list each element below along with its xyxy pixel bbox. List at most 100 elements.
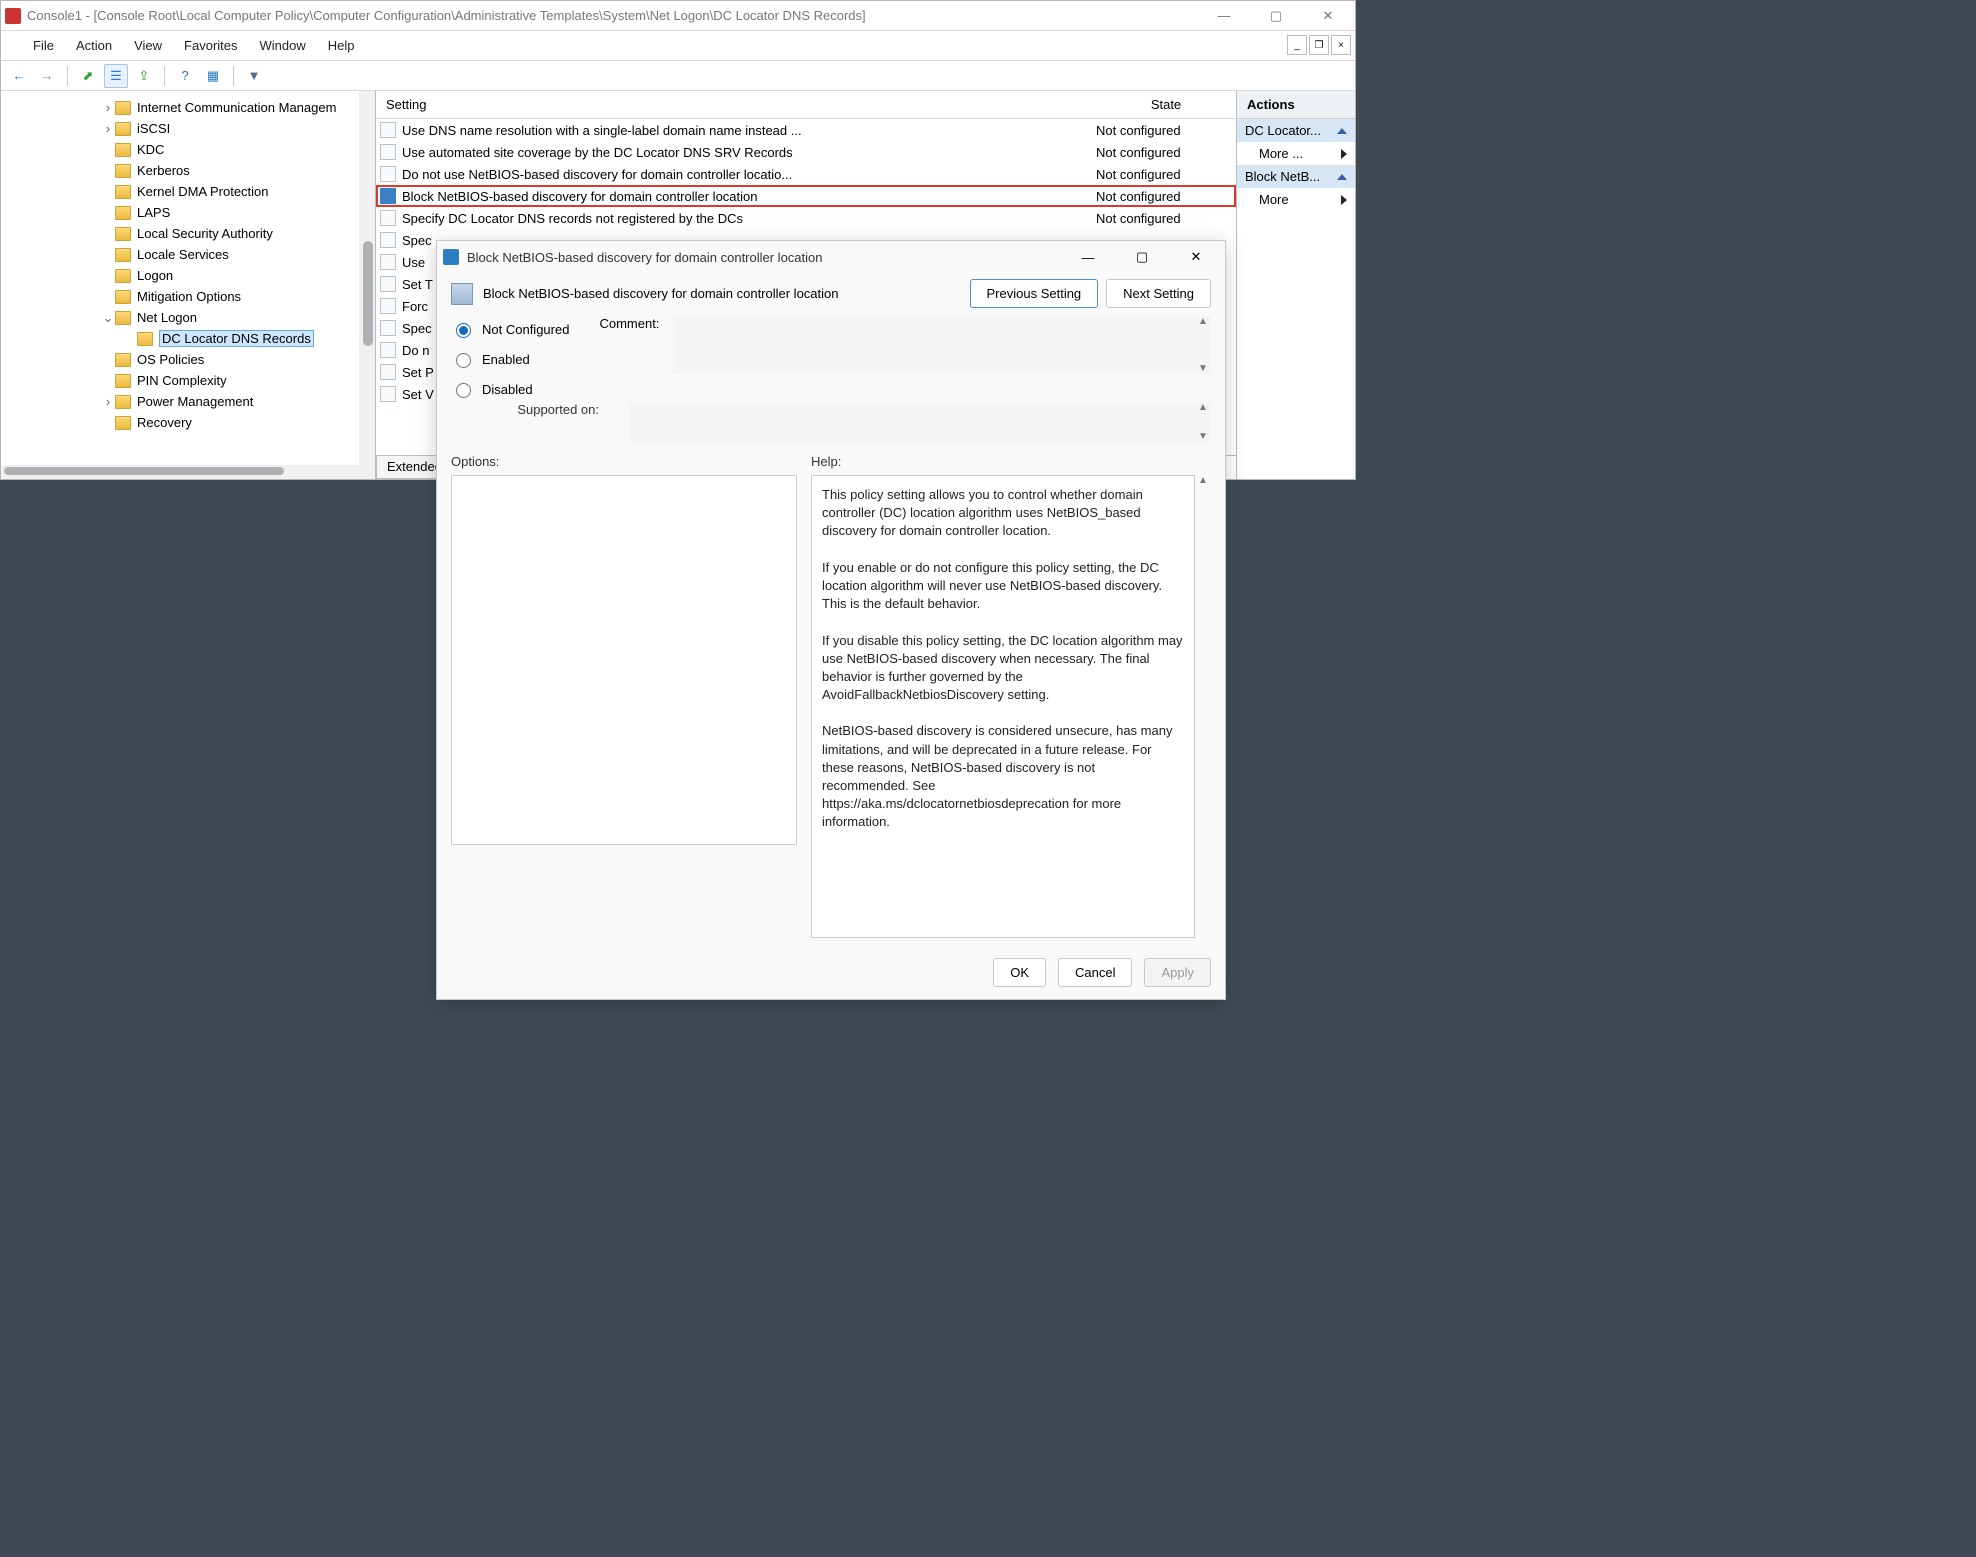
toolbar-up-button[interactable]: ⬈ [76, 64, 100, 88]
list-row[interactable]: Do not use NetBIOS-based discovery for d… [376, 163, 1236, 185]
toolbar-view-button[interactable]: ▦ [201, 64, 225, 88]
tree-item-label: PIN Complexity [137, 373, 227, 388]
tree-item[interactable]: Recovery [1, 412, 375, 433]
expander-icon[interactable]: ⌄ [101, 310, 115, 326]
tree-item[interactable]: Local Security Authority [1, 223, 375, 244]
tree[interactable]: ›Internet Communication Managem›iSCSIKDC… [1, 91, 375, 433]
mdi-close-button[interactable]: × [1331, 35, 1351, 55]
mdi-restore-button[interactable]: ❐ [1309, 35, 1329, 55]
actions-item-more[interactable]: More ... [1237, 142, 1355, 165]
window-minimize-button[interactable]: — [1201, 1, 1247, 31]
expander-icon[interactable]: › [101, 100, 115, 115]
setting-name: Use DNS name resolution with a single-la… [402, 123, 1096, 138]
radio-disabled[interactable]: Disabled [451, 380, 569, 398]
help-textbox[interactable]: This policy setting allows you to contro… [811, 475, 1195, 938]
options-label: Options: [451, 454, 797, 469]
tree-item[interactable]: KDC [1, 139, 375, 160]
scrollbar-thumb[interactable] [4, 467, 284, 475]
policy-item-icon [380, 364, 396, 380]
supported-textarea: ▲▼ [629, 402, 1211, 442]
list-row[interactable]: Block NetBIOS-based discovery for domain… [376, 185, 1236, 207]
arrow-left-icon: ← [13, 68, 26, 83]
column-state[interactable]: State [1096, 97, 1236, 112]
mdi-minimize-button[interactable]: _ [1287, 35, 1307, 55]
tree-item[interactable]: DC Locator DNS Records [1, 328, 375, 349]
menu-favorites[interactable]: Favorites [184, 38, 237, 53]
folder-icon [115, 290, 131, 304]
tree-item[interactable]: Kerberos [1, 160, 375, 181]
actions-item-more2[interactable]: More [1237, 188, 1355, 211]
tree-item[interactable]: Logon [1, 265, 375, 286]
tree-vscrollbar[interactable] [359, 91, 375, 479]
dialog-titlebar[interactable]: Block NetBIOS-based discovery for domain… [437, 241, 1225, 273]
toolbar-help-button[interactable]: ? [173, 64, 197, 88]
options-box[interactable] [451, 475, 797, 845]
tree-item[interactable]: LAPS [1, 202, 375, 223]
tree-item[interactable]: Locale Services [1, 244, 375, 265]
radio-enabled-input[interactable] [456, 353, 471, 368]
tree-item-label: Kernel DMA Protection [137, 184, 269, 199]
tree-item-label: OS Policies [137, 352, 204, 367]
comment-label: Comment: [599, 316, 659, 374]
cancel-button[interactable]: Cancel [1058, 958, 1132, 987]
tree-item-label: iSCSI [137, 121, 170, 136]
scrollbar-thumb[interactable] [363, 241, 373, 346]
toolbar-export-button[interactable]: ⇪ [132, 64, 156, 88]
tree-hscrollbar[interactable] [1, 465, 359, 479]
actions-group-dclocator[interactable]: DC Locator... [1237, 119, 1355, 142]
toolbar-back-button[interactable]: ← [7, 64, 31, 88]
comment-textarea[interactable]: ▲▼ [673, 316, 1211, 374]
menu-file[interactable]: File [33, 38, 54, 53]
comment-scrollbar[interactable]: ▲▼ [1195, 316, 1211, 374]
dialog-close-button[interactable]: ✕ [1173, 242, 1219, 272]
folder-icon [115, 395, 131, 409]
radio-disabled-input[interactable] [456, 383, 471, 398]
menu-help[interactable]: Help [328, 38, 355, 53]
tree-item[interactable]: ›Internet Communication Managem [1, 97, 375, 118]
window-titlebar[interactable]: Console1 - [Console Root\Local Computer … [1, 1, 1355, 31]
toolbar-actionpane-button[interactable]: ☰ [104, 64, 128, 88]
radio-not-configured[interactable]: Not Configured [451, 320, 569, 338]
menu-action[interactable]: Action [76, 38, 112, 53]
toolbar: ← → ⬈ ☰ ⇪ ? ▦ ▼ [1, 61, 1355, 91]
policy-item-icon [380, 342, 396, 358]
folder-icon [115, 227, 131, 241]
tree-item[interactable]: › iSCSI [1, 118, 375, 139]
next-setting-button[interactable]: Next Setting [1106, 279, 1211, 308]
list-row[interactable]: Specify DC Locator DNS records not regis… [376, 207, 1236, 229]
menu-view[interactable]: View [134, 38, 162, 53]
radio-label: Enabled [482, 352, 530, 367]
previous-setting-button[interactable]: Previous Setting [970, 279, 1099, 308]
apply-button[interactable]: Apply [1144, 958, 1211, 987]
list-row[interactable]: Use DNS name resolution with a single-la… [376, 119, 1236, 141]
radio-not-configured-input[interactable] [456, 323, 471, 338]
funnel-icon: ▼ [248, 68, 261, 83]
tree-item[interactable]: PIN Complexity [1, 370, 375, 391]
expander-icon[interactable]: › [101, 121, 115, 136]
folder-icon [115, 101, 131, 115]
toolbar-forward-button[interactable]: → [35, 64, 59, 88]
menu-window[interactable]: Window [260, 38, 306, 53]
dialog-maximize-button[interactable]: ▢ [1119, 242, 1165, 272]
actions-group-blocknetb[interactable]: Block NetB... [1237, 165, 1355, 188]
tree-item[interactable]: OS Policies [1, 349, 375, 370]
column-setting[interactable]: Setting [376, 97, 1096, 112]
radio-enabled[interactable]: Enabled [451, 350, 569, 368]
supported-scrollbar[interactable]: ▲▼ [1195, 402, 1211, 442]
view-icon: ▦ [207, 68, 219, 84]
tree-item[interactable]: ›Power Management [1, 391, 375, 412]
export-icon: ⇪ [139, 68, 150, 84]
toolbar-filter-button[interactable]: ▼ [242, 64, 266, 88]
expander-icon[interactable]: › [101, 394, 115, 409]
dialog-minimize-button[interactable]: — [1065, 242, 1111, 272]
window-close-button[interactable]: ✕ [1305, 1, 1351, 31]
policy-item-icon [380, 166, 396, 182]
tree-item[interactable]: Kernel DMA Protection [1, 181, 375, 202]
window-maximize-button[interactable]: ▢ [1253, 1, 1299, 31]
ok-button[interactable]: OK [993, 958, 1046, 987]
list-header[interactable]: Setting State [376, 91, 1236, 119]
actions-item-label: More [1259, 192, 1289, 207]
tree-item[interactable]: Mitigation Options [1, 286, 375, 307]
tree-item[interactable]: ⌄Net Logon [1, 307, 375, 328]
list-row[interactable]: Use automated site coverage by the DC Lo… [376, 141, 1236, 163]
